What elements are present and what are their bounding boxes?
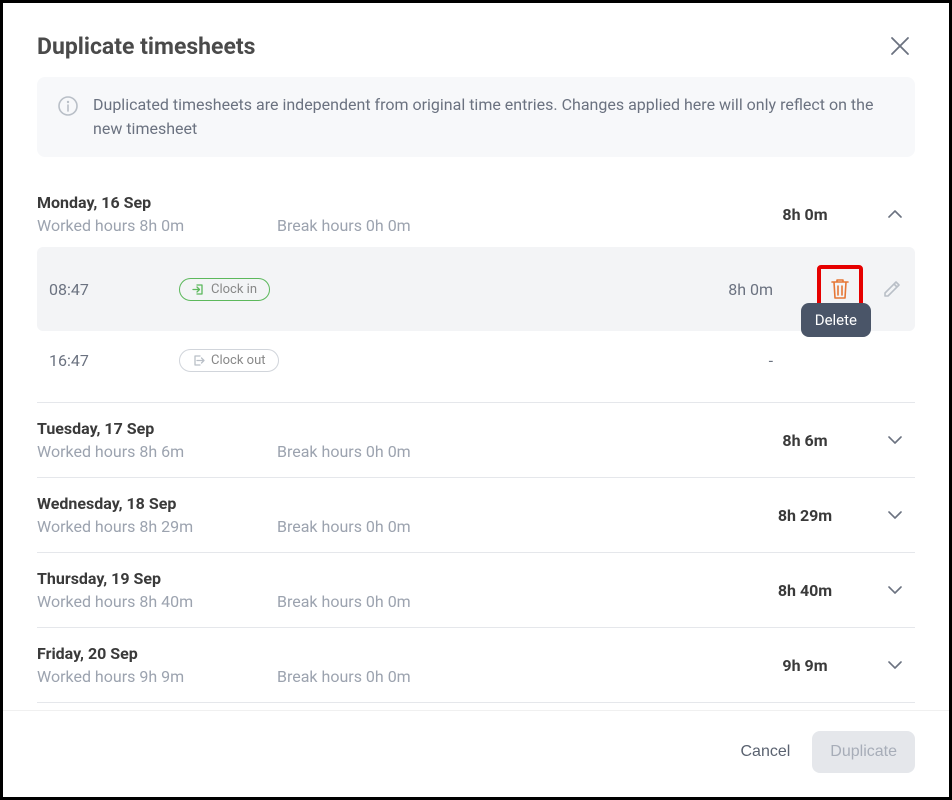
day-header-thu[interactable]: Thursday, 19 Sep Worked hours 8h 40m Bre… [37, 565, 915, 615]
chevron-down-icon[interactable] [875, 431, 915, 449]
entry-row-clock-in: 08:47 Clock in 8h 0m [37, 247, 915, 331]
day-header-tue[interactable]: Tuesday, 17 Sep Worked hours 8h 6m Break… [37, 415, 915, 465]
entry-duration: - [673, 351, 773, 370]
chevron-down-icon[interactable] [875, 656, 915, 674]
day-section-sat: Saturday, 21 Sep - [37, 703, 915, 710]
info-banner: Duplicated timesheets are independent fr… [37, 77, 915, 157]
info-icon [57, 95, 79, 117]
break-hours: Break hours 0h 0m [277, 592, 411, 611]
total-hours: 8h 40m [735, 581, 875, 600]
day-header-fri[interactable]: Friday, 20 Sep Worked hours 9h 9m Break … [37, 640, 915, 690]
total-hours: 8h 29m [735, 506, 875, 525]
duplicate-button[interactable]: Duplicate [812, 731, 915, 773]
info-text: Duplicated timesheets are independent fr… [93, 93, 895, 141]
delete-tooltip: Delete [801, 303, 871, 337]
worked-hours: Worked hours 8h 6m [37, 442, 277, 461]
day-date: Monday, 16 Sep [37, 193, 277, 212]
break-hours: Break hours 0h 0m [277, 216, 411, 235]
total-hours: 8h 6m [735, 431, 875, 450]
entry-time: 08:47 [49, 280, 179, 299]
day-section-fri: Friday, 20 Sep Worked hours 9h 9m Break … [37, 628, 915, 703]
trash-icon [829, 277, 851, 301]
day-date: Thursday, 19 Sep [37, 569, 277, 588]
day-section-mon: Monday, 16 Sep Worked hours 8h 0m Break … [37, 177, 915, 403]
break-hours: Break hours 0h 0m [277, 517, 411, 536]
day-date: Wednesday, 18 Sep [37, 494, 277, 513]
arrow-in-icon [192, 283, 205, 296]
arrow-out-icon [192, 354, 205, 367]
worked-hours: Worked hours 8h 40m [37, 592, 277, 611]
day-date: Friday, 20 Sep [37, 644, 277, 663]
day-header-wed[interactable]: Wednesday, 18 Sep Worked hours 8h 29m Br… [37, 490, 915, 540]
entry-row-clock-out: 16:47 Clock out - [37, 331, 915, 390]
cancel-button[interactable]: Cancel [740, 743, 790, 761]
day-date: Tuesday, 17 Sep [37, 419, 277, 438]
worked-hours: Worked hours 9h 9m [37, 667, 277, 686]
clock-in-badge: Clock in [179, 278, 270, 301]
break-hours: Break hours 0h 0m [277, 667, 411, 686]
break-hours: Break hours 0h 0m [277, 442, 411, 461]
chevron-down-icon[interactable] [875, 506, 915, 524]
worked-hours: Worked hours 8h 0m [37, 216, 277, 235]
edit-button[interactable] [881, 278, 903, 300]
day-header-mon[interactable]: Monday, 16 Sep Worked hours 8h 0m Break … [37, 189, 915, 239]
close-icon [889, 35, 911, 57]
entry-time: 16:47 [49, 351, 179, 370]
total-hours: 9h 9m [735, 656, 875, 675]
chevron-down-icon[interactable] [875, 581, 915, 599]
total-hours: 8h 0m [735, 205, 875, 224]
day-section-tue: Tuesday, 17 Sep Worked hours 8h 6m Break… [37, 403, 915, 478]
day-section-wed: Wednesday, 18 Sep Worked hours 8h 29m Br… [37, 478, 915, 553]
close-button[interactable] [885, 31, 915, 61]
worked-hours: Worked hours 8h 29m [37, 517, 277, 536]
entry-duration: 8h 0m [673, 280, 773, 299]
modal-title: Duplicate timesheets [37, 33, 256, 60]
day-section-thu: Thursday, 19 Sep Worked hours 8h 40m Bre… [37, 553, 915, 628]
chevron-up-icon[interactable] [875, 205, 915, 223]
pencil-icon [881, 278, 903, 300]
clock-out-badge: Clock out [179, 349, 279, 372]
